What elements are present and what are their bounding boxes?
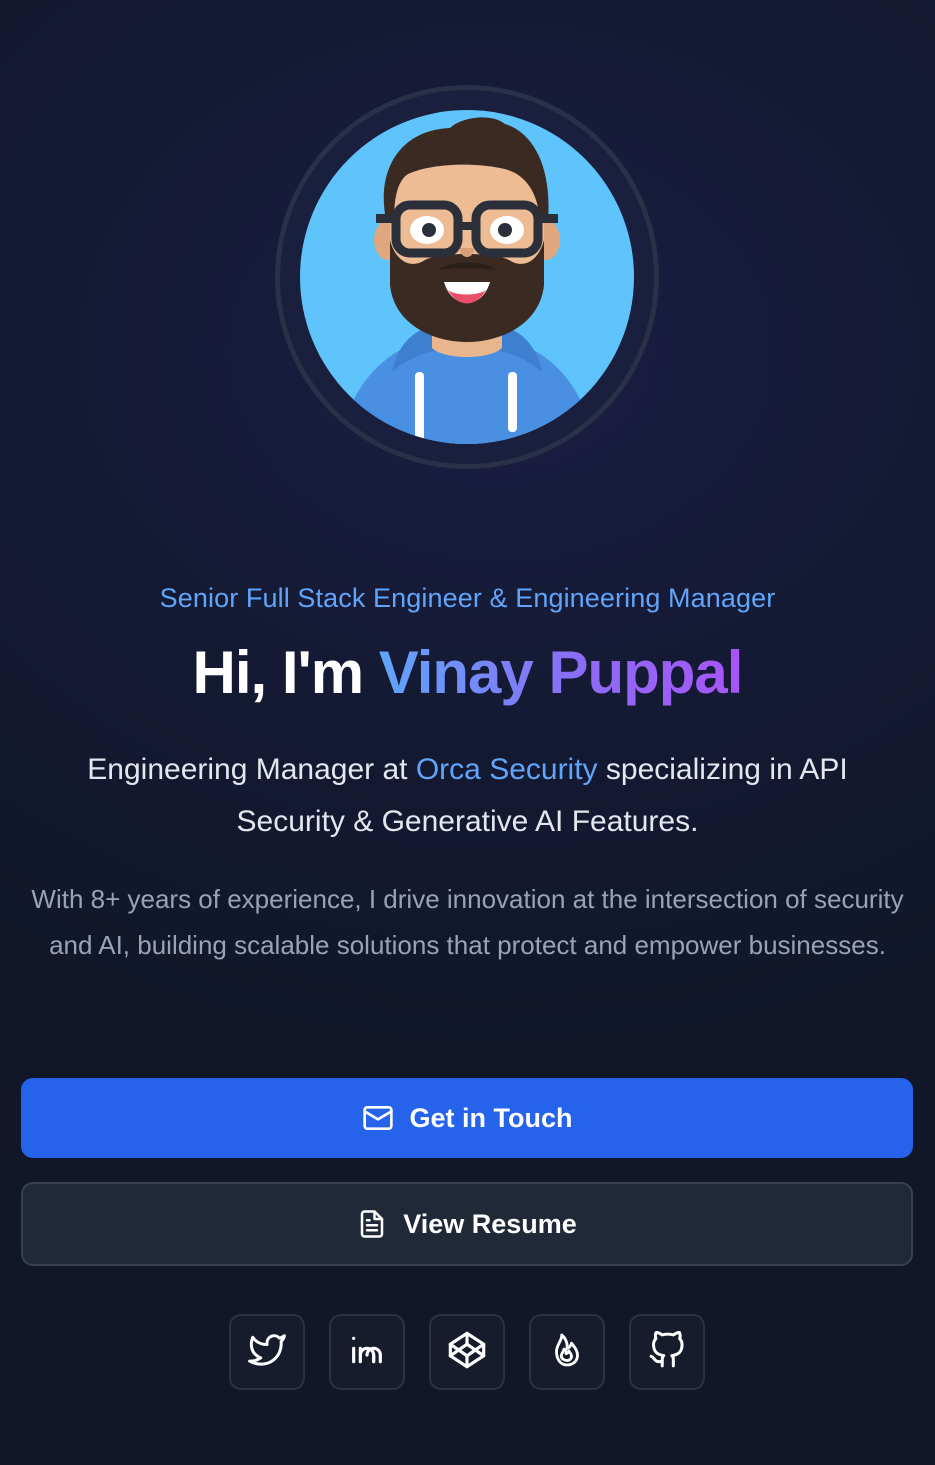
bio-text: With 8+ years of experience, I drive inn… [31, 884, 904, 960]
avatar-illustration [300, 110, 634, 444]
get-in-touch-label: Get in Touch [409, 1102, 573, 1133]
flame-icon [549, 1332, 585, 1373]
file-text-icon [357, 1209, 387, 1239]
avatar [275, 85, 659, 469]
social-link-twitter[interactable] [229, 1314, 305, 1390]
social-link-codepen[interactable] [429, 1314, 505, 1390]
hero-section: Senior Full Stack Engineer & Engineering… [0, 0, 935, 1465]
company-name: Orca Security [415, 753, 598, 786]
view-resume-label: View Resume [403, 1208, 577, 1239]
twitter-icon [248, 1331, 286, 1374]
social-link-flame[interactable] [529, 1314, 605, 1390]
role-prefix: Engineering Manager at [87, 753, 416, 786]
page-title: Hi, I'm Vinay Puppal [0, 638, 935, 707]
linkedin-icon [347, 1330, 387, 1375]
role-description: Engineering Manager at Orca Security spe… [40, 744, 895, 848]
social-link-linkedin[interactable] [329, 1314, 405, 1390]
codepen-icon [447, 1330, 487, 1375]
get-in-touch-button[interactable]: Get in Touch [21, 1078, 913, 1158]
view-resume-button[interactable]: View Resume [21, 1182, 913, 1266]
social-link-github[interactable] [629, 1314, 705, 1390]
mail-icon [362, 1102, 394, 1134]
github-icon [648, 1330, 686, 1374]
greeting-text: Hi, I'm [192, 639, 379, 706]
name-text: Vinay Puppal [378, 639, 744, 706]
job-title: Senior Full Stack Engineer & Engineering… [159, 583, 776, 613]
